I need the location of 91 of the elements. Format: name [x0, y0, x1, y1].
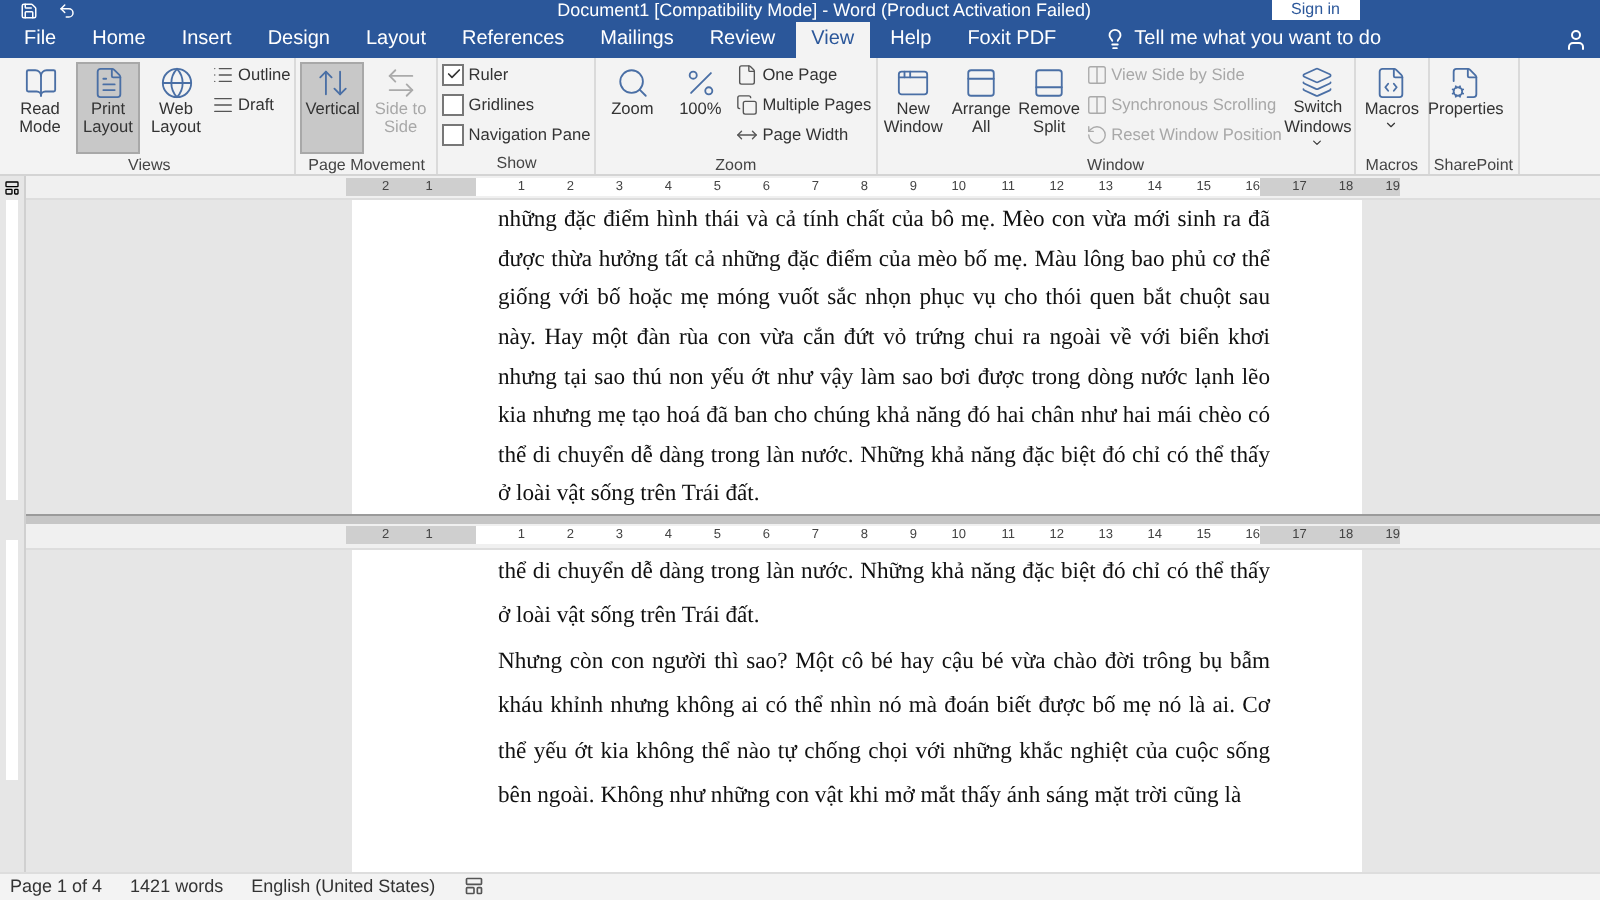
text-line: kia nhưng mẹ tạo hoá đã ban cho chúng khả năng đó hai chân như hai mái chèo có: [498, 400, 1270, 433]
ribbon-button[interactable]: New Window: [881, 61, 946, 154]
text-line: ở loài vật sống trên Trái đất.: [498, 600, 762, 633]
checkbox-option[interactable]: Gridlines: [442, 91, 591, 118]
ribbon-button[interactable]: Draft: [212, 91, 291, 118]
ribbon-tab[interactable]: Home: [76, 21, 162, 58]
checkbox[interactable]: [442, 123, 465, 146]
text-line: Nhưng còn con người thì sao? Một cô bé hay cậu bé vừa chào đời trông bụ bẫm: [498, 645, 1270, 678]
window-title: Document1 [Compatibility Mode] - Word (Product Activation Failed): [557, 0, 1092, 21]
ribbon-tab[interactable]: Help: [874, 21, 948, 58]
horizontal-arrows-icon: [383, 65, 418, 100]
reset-window-icon: [1085, 123, 1108, 146]
text-line: những đặc điểm hình thái và cả tính chất của bô mẹ. Mèo con vừa mới sinh ra đã: [498, 204, 1270, 237]
ribbon-button[interactable]: Print Layout: [76, 61, 140, 154]
ribbon-tab[interactable]: Design: [251, 21, 346, 58]
sign-in-button[interactable]: Sign in: [1271, 0, 1360, 21]
vertical-arrows-icon: [315, 65, 350, 100]
ribbon-tab[interactable]: View: [795, 21, 871, 58]
text-line: thể yếu ớt kia không thể nào tự chống chọi với những khắc nghiệt của cuộc sống: [498, 735, 1270, 768]
ribbon-button[interactable]: Page Width: [736, 121, 872, 148]
checkbox-label: Ruler: [468, 64, 509, 85]
properties-icon: [1448, 65, 1483, 100]
ribbon-button[interactable]: Read Mode: [8, 61, 72, 154]
macro-icon: [1374, 65, 1409, 100]
new-window-icon: [896, 65, 931, 100]
checkbox[interactable]: [442, 63, 465, 86]
ribbon-button[interactable]: Web Layout: [144, 61, 208, 154]
layout-icon[interactable]: [463, 876, 484, 897]
checkbox-option[interactable]: Ruler: [442, 61, 591, 88]
ribbon-button[interactable]: Vertical: [300, 61, 365, 154]
text-line: nhưng tại sao thú non yếu ớt như vậy làm sao bơi được trong dòng nước lạnh lẽo: [498, 361, 1270, 394]
status-text: English (United States): [251, 876, 436, 897]
group-label: Macros: [1363, 153, 1421, 176]
ribbon-button[interactable]: 100%: [668, 61, 733, 154]
group-label: Window: [1085, 153, 1146, 176]
caret-icon: [1310, 136, 1325, 150]
caret-icon: [1384, 118, 1399, 133]
page-icon: [736, 63, 759, 86]
text-line: giống với bố hoặc mẹ móng vuốt sắc nhọn phục vụ cho thói quen bắt chuột sau: [498, 282, 1270, 315]
account-icon[interactable]: [1564, 27, 1588, 52]
group-label: Show: [494, 151, 539, 174]
ribbon-button[interactable]: Properties: [1433, 61, 1498, 154]
text-line: bên ngoài. Không như những con vật khi mở mắt thấy ánh sáng mặt trời cũng là: [498, 780, 1244, 813]
draft-icon: [212, 93, 234, 116]
ribbon-tab[interactable]: File: [8, 21, 73, 58]
checkbox-option[interactable]: Navigation Pane: [442, 121, 591, 148]
ribbon-button[interactable]: Arrange All: [949, 61, 1014, 154]
ribbon-tab[interactable]: Layout: [349, 21, 442, 58]
split-window-icon: [1032, 65, 1067, 100]
book-icon: [23, 65, 57, 100]
checkbox[interactable]: [442, 93, 465, 116]
ribbon-button[interactable]: Outline: [212, 61, 291, 88]
globe-page-icon: [159, 65, 193, 100]
text-line: này. Hay một đàn rùa con vừa cắn đứt vỏ trứng chui ra ngoài về với biển khơi: [498, 321, 1270, 354]
page-icon: [91, 65, 125, 100]
zoom-icon: [615, 65, 650, 100]
text-line: thể di chuyển dễ dàng trong làn nước. Những khả năng đặc biệt đó chỉ có thể thấy: [498, 555, 1270, 588]
ribbon-button[interactable]: Remove Split: [1017, 61, 1082, 154]
tell-me-search[interactable]: Tell me what you want to do: [1104, 21, 1382, 58]
check-icon: [445, 66, 462, 83]
ribbon-tab[interactable]: Insert: [165, 21, 248, 58]
status-text: Page 1 of 4: [10, 876, 103, 897]
checkbox-label: Navigation Pane: [468, 124, 591, 145]
split-bar[interactable]: [26, 513, 1600, 524]
text-line: được thừa hưởng tất cả những đặc điểm của mèo bố mẹ. Màu lông bao phủ cơ thể: [498, 243, 1270, 276]
ribbon-button[interactable]: Macros: [1359, 61, 1424, 154]
group-label: Page Movement: [306, 153, 427, 176]
group-label: Views: [126, 153, 173, 176]
checkbox-label: Gridlines: [468, 94, 535, 115]
ribbon-tab[interactable]: References: [446, 21, 581, 58]
save-icon[interactable]: [20, 1, 38, 20]
stacked-windows-icon: [1300, 65, 1335, 99]
text-line: thể di chuyển dễ dàng trong làn nước. Những khả năng đặc biệt đó chỉ có thể thấy: [498, 439, 1270, 472]
arrange-windows-icon: [964, 65, 999, 100]
pages-icon: [736, 93, 759, 116]
text-line: kháu khỉnh nhưng không ai có thể nhìn nó mà đoán biết được bố mẹ nó là ai. Cơ: [498, 690, 1270, 723]
text-line: ở loài vật sống trên Trái đất.: [498, 478, 762, 511]
ribbon-tab[interactable]: Review: [693, 21, 792, 58]
ribbon-tab[interactable]: Mailings: [584, 21, 690, 58]
ribbon-button[interactable]: Switch Windows: [1285, 61, 1350, 154]
side-by-side-icon: [1085, 63, 1108, 86]
ribbon-button[interactable]: One Page: [736, 61, 872, 88]
status-text: 1421 words: [130, 876, 224, 897]
hundred-percent-icon: [683, 65, 718, 100]
ribbon-button[interactable]: Multiple Pages: [736, 91, 872, 118]
group-label: Zoom: [713, 153, 759, 176]
ribbon-button[interactable]: Zoom: [600, 61, 665, 154]
ribbon-tab[interactable]: Foxit PDF: [951, 21, 1073, 58]
group-label: SharePoint: [1433, 153, 1514, 176]
lightbulb-icon: [1104, 28, 1127, 51]
undo-icon[interactable]: [58, 1, 76, 20]
